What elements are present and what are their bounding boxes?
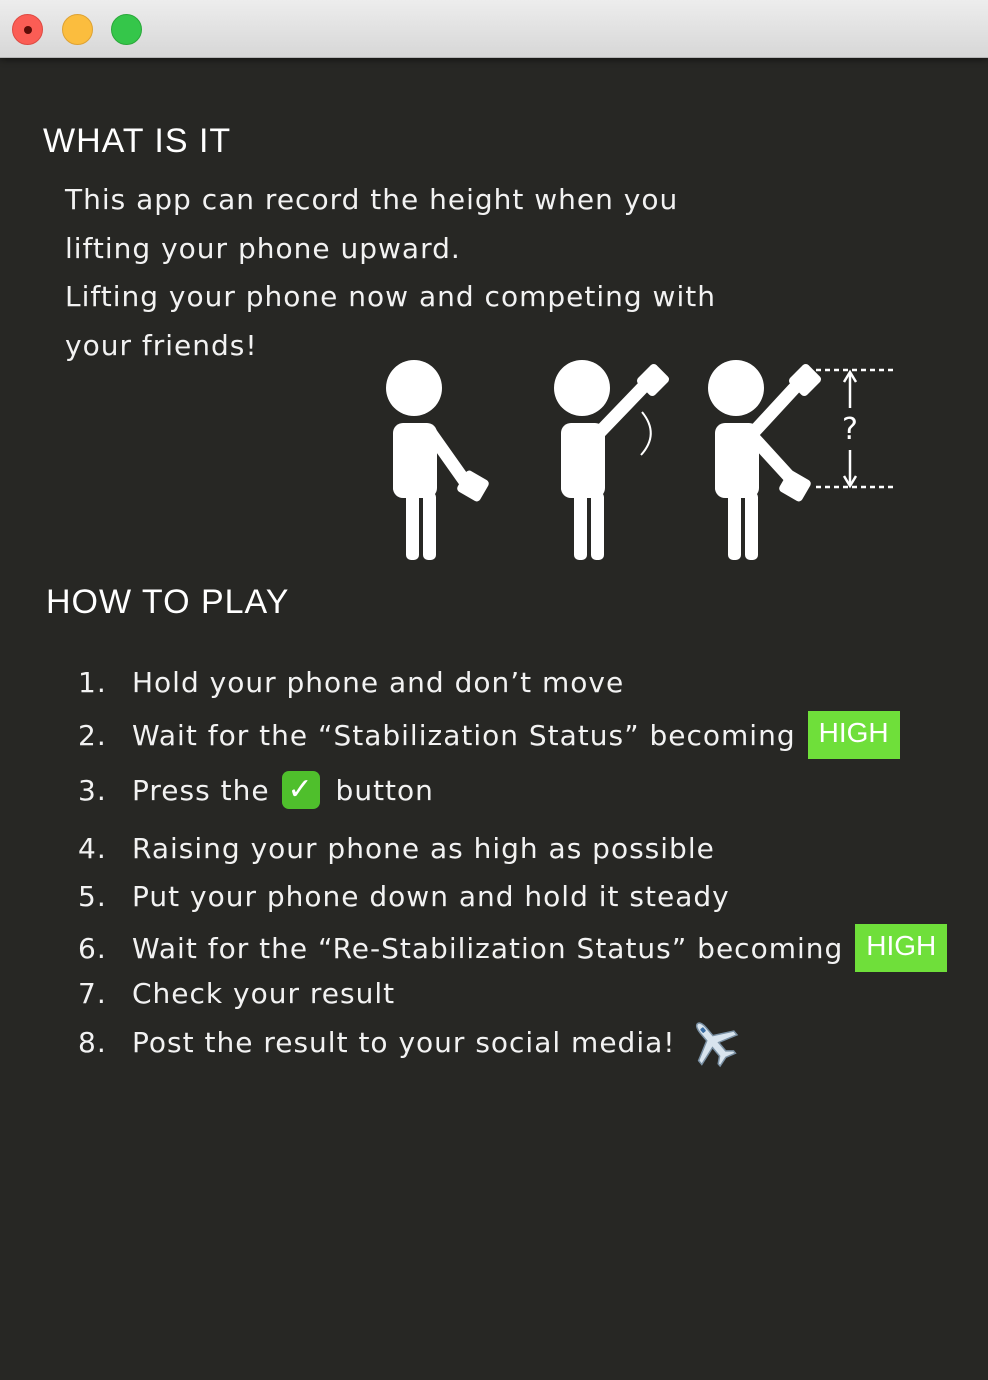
person-phone-down-figure	[386, 360, 489, 560]
zoom-button[interactable]	[111, 14, 142, 45]
step-number: 4.	[78, 831, 107, 865]
step-number: 8.	[78, 1025, 107, 1059]
step-item: 4. Raising your phone as high as possibl…	[78, 826, 715, 870]
step-item: 5. Put your phone down and hold it stead…	[78, 874, 730, 918]
status-badge: HIGH	[855, 924, 948, 972]
what-is-it-heading: WHAT IS IT	[43, 122, 232, 160]
step-text: Raising your phone as high as possible	[132, 831, 715, 865]
intro-line: lifting your phone upward.	[65, 231, 461, 265]
intro-line: Lifting your phone now and competing wit…	[65, 280, 716, 313]
step-item: 3. Press the ✓ button	[78, 768, 434, 812]
step-text: button	[335, 773, 434, 807]
step-item: 6. Wait for the “Re-Stabilization Status…	[78, 920, 948, 976]
step-number: 3.	[78, 773, 107, 807]
intro-line: This app can record the height when you	[65, 183, 679, 216]
step-text: Post the result to your social media!	[132, 1025, 676, 1059]
check-button-icon: ✓	[281, 771, 320, 809]
window-titlebar	[0, 0, 988, 58]
person-raising-phone-figure	[554, 360, 670, 560]
step-text: Put your phone down and hold it steady	[132, 879, 730, 913]
person-phone-up-figure	[708, 360, 822, 560]
step-text: Wait for the “Stabilization Status” beco…	[132, 718, 796, 752]
step-number: 1.	[78, 665, 107, 699]
step-text: Hold your phone and don’t move	[132, 665, 625, 699]
step-number: 7.	[78, 976, 107, 1010]
status-badge: HIGH	[807, 711, 900, 759]
step-item: 8. Post the result to your social media!	[78, 1014, 740, 1070]
airplane-icon	[695, 1022, 738, 1068]
lifting-illustration: ?	[386, 360, 894, 560]
question-mark-label: ?	[842, 412, 858, 447]
step-number: 5.	[78, 879, 107, 913]
step-text: Press the	[132, 773, 270, 807]
step-number: 6.	[78, 931, 107, 965]
minimize-button[interactable]	[62, 14, 93, 45]
step-item: 1. Hold your phone and don’t move	[78, 660, 624, 704]
close-button[interactable]	[12, 14, 43, 45]
step-text: Wait for the “Re-Stabilization Status” b…	[132, 931, 844, 965]
step-item: 2. Wait for the “Stabilization Status” b…	[78, 707, 900, 763]
step-number: 2.	[78, 718, 107, 752]
intro-text: This app can record the height when you …	[65, 176, 725, 370]
step-text: Check your result	[132, 976, 396, 1010]
step-item: 7. Check your result	[78, 971, 395, 1015]
how-to-play-heading: HOW TO PLAY	[46, 583, 290, 621]
